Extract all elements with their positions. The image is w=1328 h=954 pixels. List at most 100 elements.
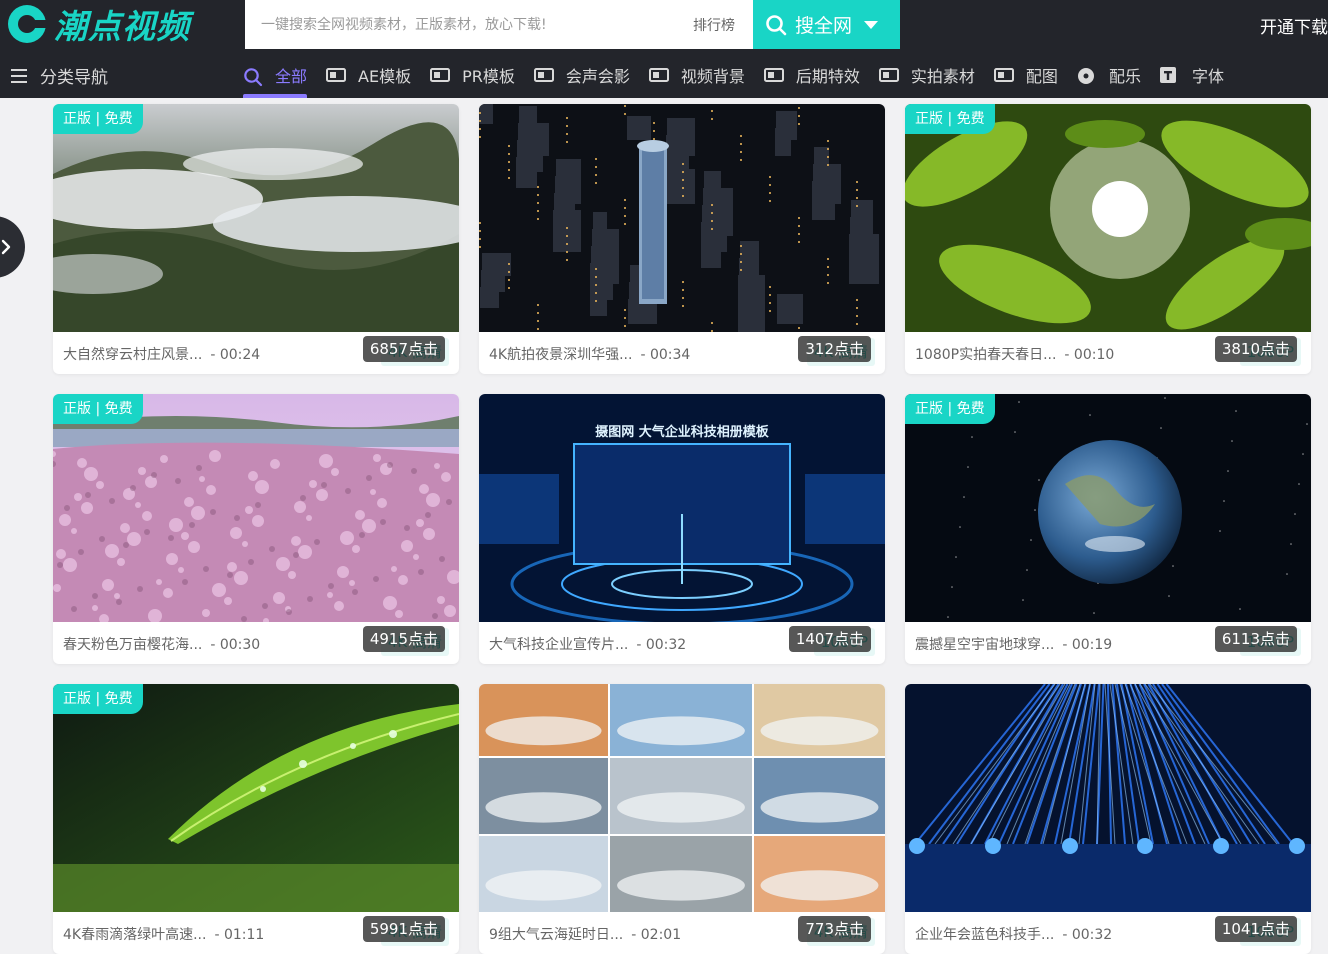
video-duration: - 00:30 (210, 637, 261, 653)
video-title-text: 9组大气云海延时日... (489, 927, 624, 943)
video-title-text: 4K航拍夜景深圳华强... (489, 347, 633, 363)
click-count: 312点击 (798, 336, 871, 362)
font-icon (1159, 67, 1180, 83)
tab-label: 配乐 (1108, 67, 1141, 86)
tab-label: PR模板 (462, 67, 515, 86)
rank-link[interactable]: 排行榜 (693, 15, 735, 35)
logo-text: 潮点视频 (54, 7, 190, 46)
svg-text:摄图网 大气企业科技相册模板: 摄图网 大气企业科技相册模板 (595, 424, 770, 440)
video-thumbnail[interactable] (905, 394, 1311, 622)
click-count: 4915点击 (362, 626, 445, 652)
click-count: 6857点击 (362, 336, 445, 362)
click-count: 1407点击 (788, 626, 871, 652)
video-title[interactable]: 1080P实拍春天春日... - 00:10 (915, 344, 1114, 364)
category-nav-button[interactable]: 分类导航 (11, 63, 108, 88)
pr-template-icon (430, 67, 451, 83)
video-title-text: 4K春雨滴落绿叶高速... (63, 927, 207, 943)
video-thumbnail[interactable]: 摄图网 大气企业科技相册模板 (479, 394, 885, 622)
top-header: 潮点视频 排行榜 搜全网 开通下载 分类导航 全部 AE模板 PR模板 会声会影 视频背… (0, 0, 1328, 98)
chevron-right-icon (1, 239, 11, 255)
license-badge: 正版 | 免费 (53, 394, 143, 424)
license-badge: 正版 | 免费 (53, 104, 143, 134)
tab-label: 后期特效 (795, 67, 860, 86)
video-thumbnail[interactable] (479, 104, 885, 332)
search-input[interactable] (245, 0, 753, 49)
video-card[interactable]: 正版 | 免费6113点击震撼星空宇宙地球穿...- 00:191080P (905, 394, 1311, 664)
video-thumbnail[interactable] (53, 394, 459, 622)
tab-label: 配图 (1025, 67, 1058, 86)
video-card[interactable]: 摄图网 大气企业科技相册模板1407点击大气科技企业宣传片...- 00:321… (479, 394, 885, 664)
search-icon (766, 14, 787, 35)
video-title[interactable]: 大自然穿云村庄风景... - 00:24 (63, 344, 260, 364)
video-title-text: 春天粉色万亩樱花海... (63, 637, 203, 653)
tab-music[interactable]: 配乐 (1077, 52, 1141, 98)
tab-label: 字体 (1191, 67, 1224, 86)
video-thumbnail[interactable] (53, 684, 459, 912)
tab-search[interactable]: 全部 (243, 52, 308, 98)
tab-effects[interactable]: 后期特效 (763, 52, 860, 98)
license-badge: 正版 | 免费 (905, 104, 995, 134)
video-duration: - 00:32 (1062, 927, 1113, 943)
video-duration: - 00:19 (1062, 637, 1113, 653)
search-button[interactable]: 搜全网 (753, 0, 900, 49)
tab-label: 视频背景 (680, 67, 745, 86)
image-icon (993, 67, 1014, 83)
search-icon (243, 67, 263, 87)
chevron-down-icon (864, 20, 879, 29)
video-title-text: 企业年会蓝色科技手... (915, 927, 1055, 943)
effects-icon (763, 67, 784, 83)
category-nav-label: 分类导航 (40, 68, 108, 88)
search-bar: 排行榜 搜全网 (245, 0, 900, 49)
tab-video-background[interactable]: 视频背景 (648, 52, 745, 98)
video-card[interactable]: 正版 | 免费4915点击春天粉色万亩樱花海...- 00:304K 高清 (53, 394, 459, 664)
sidebar-toggle[interactable] (0, 216, 25, 278)
tab-camera[interactable]: 实拍素材 (878, 52, 975, 98)
license-badge: 正版 | 免费 (53, 684, 143, 714)
video-background-icon (648, 67, 669, 83)
video-card[interactable]: 312点击4K航拍夜景深圳华强...- 00:344K 高清 (479, 104, 885, 374)
vip-download-link[interactable]: 开通下载 (1260, 13, 1328, 38)
video-card[interactable]: 正版 | 免费6857点击大自然穿云村庄风景...- 00:244K 高清 (53, 104, 459, 374)
video-thumbnail[interactable] (905, 104, 1311, 332)
video-thumbnail[interactable] (479, 684, 885, 912)
logo-icon (8, 5, 48, 43)
tab-label: 实拍素材 (910, 67, 975, 86)
video-duration: - 00:32 (636, 637, 687, 653)
tab-image[interactable]: 配图 (993, 52, 1058, 98)
category-tabs: 全部 AE模板 PR模板 会声会影 视频背景 后期特效 实拍素材 配图 配乐 字体 (243, 52, 1243, 98)
ae-template-icon (326, 67, 347, 83)
click-count: 773点击 (798, 916, 871, 942)
click-count: 3810点击 (1214, 336, 1297, 362)
video-duration: - 02:01 (631, 927, 682, 943)
video-title[interactable]: 4K春雨滴落绿叶高速... - 01:11 (63, 924, 264, 944)
video-title-text: 大气科技企业宣传片... (489, 637, 629, 653)
tab-pr-template[interactable]: PR模板 (430, 52, 515, 98)
tab-label: 全部 (275, 67, 308, 86)
menu-icon (11, 68, 27, 83)
tab-font[interactable]: 字体 (1159, 52, 1224, 98)
video-title[interactable]: 春天粉色万亩樱花海... - 00:30 (63, 634, 260, 654)
video-card[interactable]: 正版 | 免费3810点击1080P实拍春天春日...- 00:101080P (905, 104, 1311, 374)
video-card[interactable]: 1041点击企业年会蓝色科技手...- 00:321080P (905, 684, 1311, 954)
tab-label: AE模板 (358, 67, 412, 86)
video-duration: - 01:11 (214, 927, 265, 943)
video-title[interactable]: 4K航拍夜景深圳华强... - 00:34 (489, 344, 690, 364)
video-title[interactable]: 大气科技企业宣传片... - 00:32 (489, 634, 686, 654)
tab-ae-template[interactable]: AE模板 (326, 52, 411, 98)
video-title[interactable]: 9组大气云海延时日... - 02:01 (489, 924, 681, 944)
video-thumbnail[interactable] (905, 684, 1311, 912)
camera-icon (878, 67, 899, 83)
video-duration: - 00:34 (640, 347, 691, 363)
tab-video-studio[interactable]: 会声会影 (533, 52, 630, 98)
video-card[interactable]: 773点击9组大气云海延时日...- 02:014K 高清 (479, 684, 885, 954)
video-duration: - 00:24 (210, 347, 261, 363)
site-logo[interactable]: 潮点视频 (8, 4, 190, 46)
video-card[interactable]: 正版 | 免费5991点击4K春雨滴落绿叶高速...- 01:114K 高清 (53, 684, 459, 954)
video-title-text: 大自然穿云村庄风景... (63, 347, 203, 363)
tab-label: 会声会影 (565, 67, 630, 86)
video-title[interactable]: 企业年会蓝色科技手... - 00:32 (915, 924, 1112, 944)
license-badge: 正版 | 免费 (905, 394, 995, 424)
video-thumbnail[interactable] (53, 104, 459, 332)
video-title[interactable]: 震撼星空宇宙地球穿... - 00:19 (915, 634, 1112, 654)
click-count: 6113点击 (1214, 626, 1297, 652)
